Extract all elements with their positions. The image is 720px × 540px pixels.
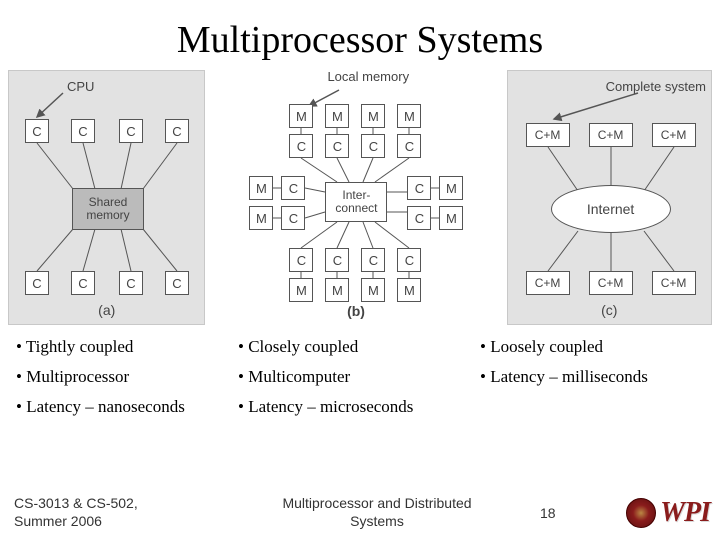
node-c: C xyxy=(361,134,385,158)
node-c: C xyxy=(407,206,431,230)
node-c: C xyxy=(119,271,143,295)
panel-a-label: (a) xyxy=(98,302,115,318)
bullet: • Latency – milliseconds xyxy=(480,367,710,387)
node-c: C xyxy=(289,248,313,272)
node-cm: C+M xyxy=(526,123,570,147)
node-c: C xyxy=(71,271,95,295)
footer-title-1: Multiprocessor and Distributed xyxy=(214,495,540,513)
node-c: C xyxy=(361,248,385,272)
panel-b-label: (b) xyxy=(347,303,365,319)
wpi-logo: WPI xyxy=(580,497,710,529)
node-c: C xyxy=(165,271,189,295)
complete-system-label: Complete system xyxy=(606,79,706,94)
course-code: CS-3013 & CS-502, xyxy=(14,495,214,513)
wpi-wordmark: WPI xyxy=(660,497,710,529)
node-c: C xyxy=(25,119,49,143)
node-m: M xyxy=(397,278,421,302)
wpi-seal-icon xyxy=(626,498,656,528)
local-memory-label: Local memory xyxy=(327,70,409,83)
node-c: C xyxy=(119,119,143,143)
bullets-row: • Tightly coupled • Multiprocessor • Lat… xyxy=(0,325,720,417)
page-number: 18 xyxy=(540,505,580,521)
node-m: M xyxy=(249,206,273,230)
bullet: • Latency – nanoseconds xyxy=(16,397,236,417)
shared-memory: Shared memory xyxy=(72,188,144,230)
node-m: M xyxy=(249,176,273,200)
node-c: C xyxy=(71,119,95,143)
footer-center: Multiprocessor and Distributed Systems xyxy=(214,495,540,530)
node-c: C xyxy=(25,271,49,295)
node-m: M xyxy=(289,278,313,302)
footer-title-2: Systems xyxy=(214,513,540,531)
internet-oval: Internet xyxy=(551,185,671,233)
node-cm: C+M xyxy=(652,123,696,147)
diagram-c: Complete system C+M C+M C+M Internet C+M… xyxy=(507,70,712,325)
node-cm: C+M xyxy=(589,123,633,147)
term: Summer 2006 xyxy=(14,513,214,531)
footer-left: CS-3013 & CS-502, Summer 2006 xyxy=(14,495,214,530)
interconnect: Inter-connect xyxy=(325,182,387,222)
bullet: • Tightly coupled xyxy=(16,337,236,357)
node-m: M xyxy=(361,278,385,302)
node-c: C xyxy=(281,176,305,200)
bullet: • Multicomputer xyxy=(238,367,478,387)
node-c: C xyxy=(397,248,421,272)
diagram-a: CPU C C C C Shared memory C C C C (a) xyxy=(8,70,205,325)
node-m: M xyxy=(325,104,349,128)
bullet: • Loosely coupled xyxy=(480,337,710,357)
node-cm: C+M xyxy=(652,271,696,295)
node-m: M xyxy=(325,278,349,302)
page-title: Multiprocessor Systems xyxy=(0,0,720,70)
node-cm: C+M xyxy=(526,271,570,295)
bullet: • Closely coupled xyxy=(238,337,478,357)
diagrams-row: CPU C C C C Shared memory C C C C (a) xyxy=(0,70,720,325)
node-cm: C+M xyxy=(589,271,633,295)
footer: CS-3013 & CS-502, Summer 2006 Multiproce… xyxy=(14,495,710,530)
node-m: M xyxy=(361,104,385,128)
bullets-a: • Tightly coupled • Multiprocessor • Lat… xyxy=(16,337,236,417)
node-c: C xyxy=(325,248,349,272)
node-c: C xyxy=(165,119,189,143)
node-m: M xyxy=(397,104,421,128)
bullets-c: • Loosely coupled • Latency – millisecon… xyxy=(480,337,710,417)
node-c: C xyxy=(407,176,431,200)
node-c: C xyxy=(289,134,313,158)
bullet: • Multiprocessor xyxy=(16,367,236,387)
node-c: C xyxy=(325,134,349,158)
node-m: M xyxy=(289,104,313,128)
node-c: C xyxy=(397,134,421,158)
bullets-b: • Closely coupled • Multicomputer • Late… xyxy=(238,337,478,417)
panel-c-label: (c) xyxy=(601,302,617,318)
cpu-label: CPU xyxy=(67,79,94,94)
node-c: C xyxy=(281,206,305,230)
node-m: M xyxy=(439,176,463,200)
diagram-b: Local memory M M M M C C C C M C M C Int… xyxy=(211,70,500,325)
node-m: M xyxy=(439,206,463,230)
bullet: • Latency – microseconds xyxy=(238,397,478,417)
